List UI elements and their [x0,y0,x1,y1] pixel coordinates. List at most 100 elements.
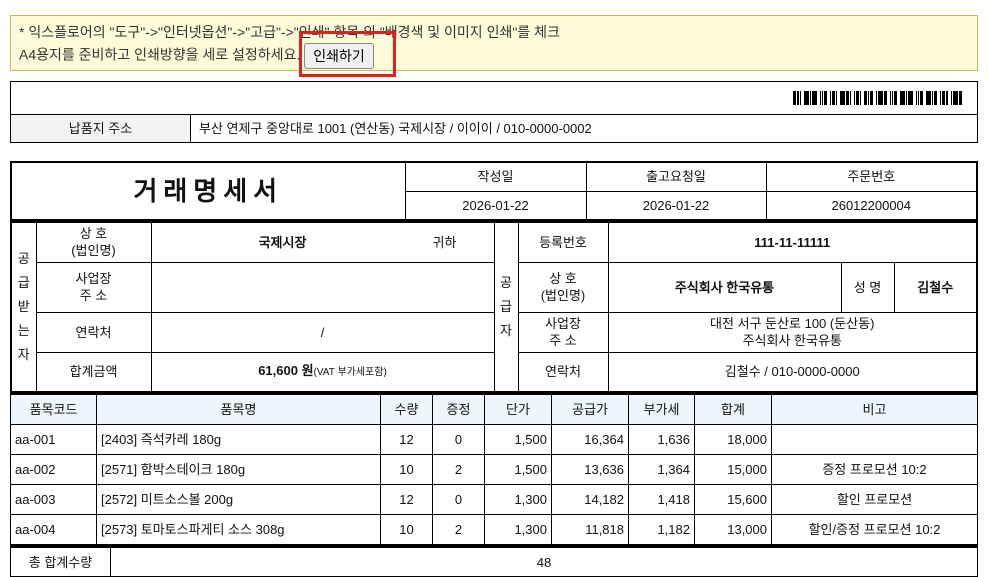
vat: 1,182 [628,513,695,545]
line-total: 18,000 [694,423,772,455]
order-number: 26012200004 [765,190,978,221]
barcode [15,82,973,114]
barcode-bar [854,91,855,105]
barcode-bar [824,91,827,105]
barcode-bar [890,91,891,105]
ship-date: 2026-01-22 [585,190,767,221]
barcode-bar [846,91,849,105]
item-name: [2572] 미트소스볼 200g [96,483,381,515]
created-date: 2026-01-22 [404,190,587,221]
item-code: aa-004 [10,513,97,545]
notice-line-2: A4용지를 준비하고 인쇄방향을 세로 설정하세요. [19,46,301,63]
unit-price: 1,500 [484,453,552,485]
receiver-contact-label: 연락처 [35,311,152,353]
barcode-bar [797,91,799,105]
supply-price: 16,364 [551,423,629,455]
total-amount-cell: 61,600 원(VAT 부가세포함) [150,351,495,393]
receiver-name-cell: 국제시장 귀하 [150,221,495,263]
barcode-bar [900,91,905,105]
barcode-bar [953,91,958,105]
barcode-bar [810,91,811,105]
ceo-label: 성 명 [840,261,895,313]
line-total: 15,600 [694,483,772,515]
barcode-bar [951,91,952,105]
quantity: 12 [380,483,433,515]
barcode-bar [868,91,869,105]
supply-price: 13,636 [551,453,629,485]
barcode-bar [870,91,873,105]
barcode-bar [934,91,937,105]
table-row: aa-002 [2571] 함박스테이크 180g 10 2 1,500 13,636 1,… [10,453,978,485]
header-item-code: 품목코드 [10,393,97,425]
barcode-bar [820,91,821,105]
barcode-bar [906,91,907,105]
barcode-bar [894,91,897,105]
item-name: [2571] 함박스테이크 180g [96,453,381,485]
bonus: 0 [432,483,485,515]
highlight-box [299,31,396,77]
total-qty: 48 [110,546,978,577]
header-item-name: 품목명 [96,393,381,425]
supplier-name: 주식회사 한국유통 [607,261,842,313]
notice-line-1: * 익스플로어의 "도구"->"인터넷옵션"->"고급"->"인쇄" 항목 의 … [19,24,560,40]
barcode-bar [959,91,962,105]
barcode-bar [832,91,835,105]
vat: 1,418 [628,483,695,515]
receiver-side-label: 공급받는자 [10,221,37,393]
header-vat: 부가세 [628,393,695,425]
remark: 할인/증정 프로모션 10:2 [771,513,978,545]
bonus: 2 [432,453,485,485]
total-qty-label: 총 합계수량 [10,546,111,577]
unit-price: 1,300 [484,513,552,545]
vat: 1,636 [628,423,695,455]
header-remark: 비고 [771,393,978,425]
barcode-bar [918,91,919,105]
supplier-contact: 김철수 / 010-0000-0000 [607,351,978,393]
quantity: 10 [380,513,433,545]
header-bonus: 증정 [432,393,485,425]
document-header: 거래명세서 작성일 출고요청일 주문번호 2026-01-22 2026-01-… [10,161,978,221]
vat: 1,364 [628,453,695,485]
barcode-bar [822,91,823,105]
header-created-label: 작성일 [404,161,587,192]
table-row: aa-003 [2572] 미트소스볼 200g 12 0 1,300 14,182 1,4… [10,483,978,515]
quantity: 10 [380,453,433,485]
items-table: 품목코드 품목명 수량 증정 단가 공급가 부가세 합계 비고 aa-001 [2403] 즉석카레… [10,393,978,545]
item-code: aa-002 [10,453,97,485]
barcode-bar [878,91,883,105]
barcode-bar [940,91,941,105]
barcode-bar [876,91,877,105]
receiver-name-label: 상 호 (법인명) [35,221,152,263]
header-unit-price: 단가 [484,393,552,425]
supply-price: 11,818 [551,513,629,545]
barcode-bar [946,91,948,105]
item-code: aa-001 [10,423,97,455]
barcode-bar [916,91,917,105]
delivery-address: 부산 연제구 중앙대로 1001 (연산동) 국제시장 / 이이이 / 010-… [190,114,978,143]
honorific: 귀하 [432,234,457,250]
unit-price: 1,300 [484,483,552,515]
item-name: [2573] 토마토스파게티 소스 308g [96,513,381,545]
summary-table: 총 합계수량 48 [10,545,978,577]
remark: 증정 프로모션 10:2 [771,453,978,485]
print-notice: * 익스플로어의 "도구"->"인터넷옵션"->"고급"->"인쇄" 항목 의 … [10,15,978,71]
delivery-table: 납품지 주소 부산 연제구 중앙대로 1001 (연산동) 국제시장 / 이이이 … [10,81,978,143]
table-row: aa-001 [2403] 즉석카레 180g 12 0 1,500 16,364 1,63… [10,423,978,455]
barcode-bar [892,91,893,105]
items-header-row: 품목코드 품목명 수량 증정 단가 공급가 부가세 합계 비고 [10,393,978,425]
supplier-contact-label: 연락처 [517,351,609,393]
header-order-label: 주문번호 [765,161,978,192]
supply-price: 14,182 [551,483,629,515]
receiver-addr-label: 사업장 주 소 [35,261,152,313]
line-total: 15,000 [694,453,772,485]
item-code: aa-003 [10,483,97,515]
header-quantity: 수량 [380,393,433,425]
remark [771,423,978,455]
supplier-name-label: 상 호 (법인명) [517,261,609,313]
barcode-bar [856,91,859,105]
barcode-bar [800,91,801,105]
party-info: 공급받는자 상 호 (법인명) 국제시장 귀하 공급자 등록번호 111-11-1… [10,221,978,393]
line-total: 13,000 [694,513,772,545]
quantity: 12 [380,423,433,455]
barcode-bar [793,91,796,105]
